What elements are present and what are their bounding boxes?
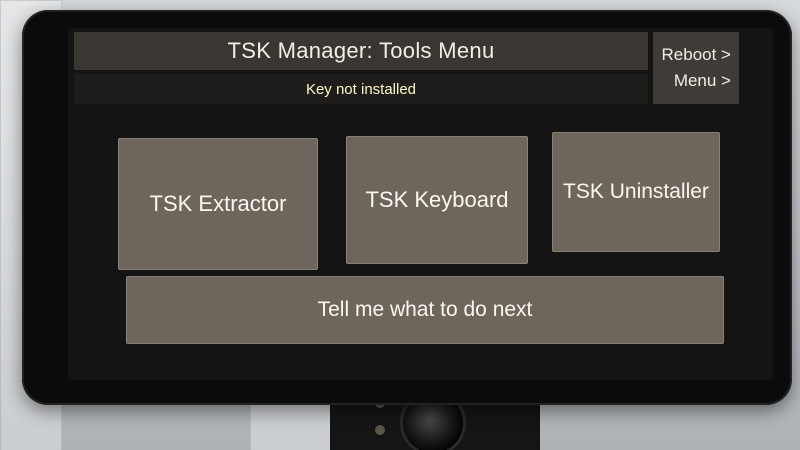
next-step-button[interactable]: Tell me what to do next	[126, 276, 724, 344]
tsk-keyboard-button[interactable]: TSK Keyboard	[346, 136, 528, 264]
side-menu: Reboot > Menu >	[653, 32, 739, 104]
reboot-link[interactable]: Reboot >	[662, 45, 731, 65]
menu-link[interactable]: Menu >	[674, 71, 731, 91]
title-bar: TSK Manager: Tools Menu	[74, 32, 648, 70]
photo-scene: TSK Manager: Tools Menu Key not installe…	[0, 0, 800, 450]
display-screen: TSK Manager: Tools Menu Key not installe…	[68, 28, 773, 380]
screw	[375, 425, 385, 435]
tsk-extractor-button[interactable]: TSK Extractor	[118, 138, 318, 270]
page-title: TSK Manager: Tools Menu	[227, 38, 495, 63]
status-bar: Key not installed	[74, 74, 648, 104]
device-bezel: TSK Manager: Tools Menu Key not installe…	[22, 10, 792, 405]
tsk-uninstaller-button[interactable]: TSK Uninstaller	[552, 132, 720, 252]
key-status-text: Key not installed	[305, 80, 417, 98]
